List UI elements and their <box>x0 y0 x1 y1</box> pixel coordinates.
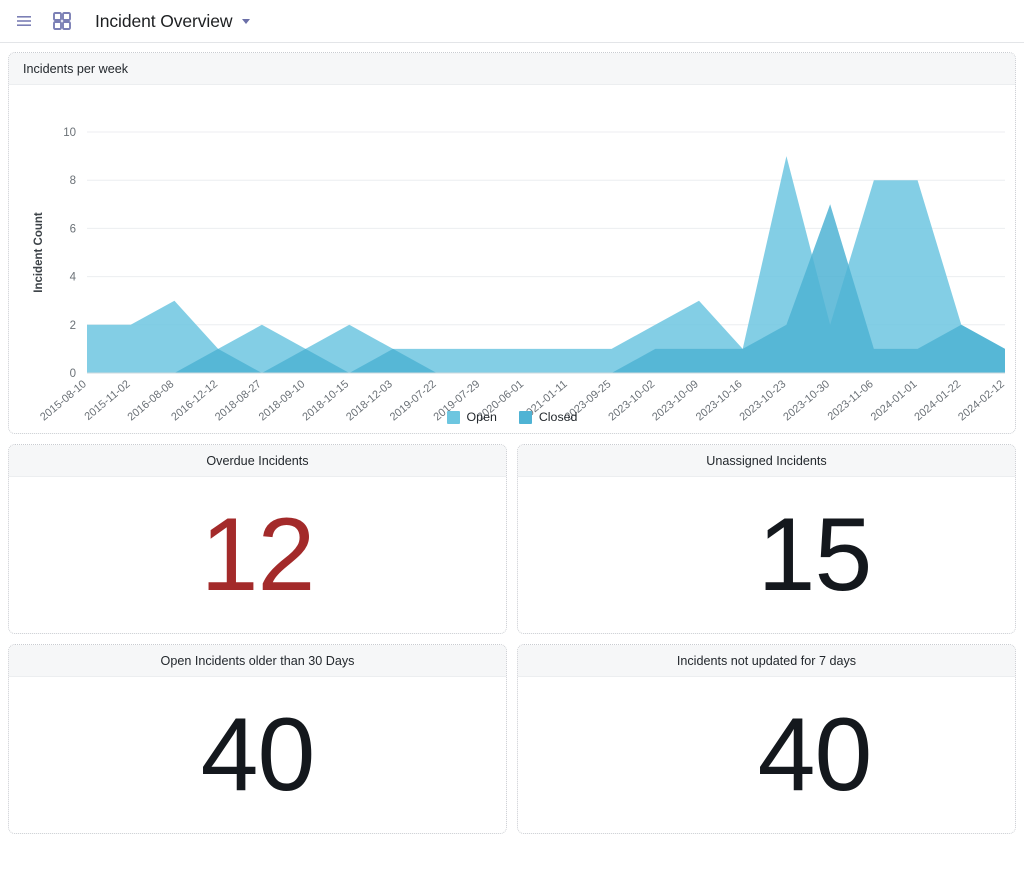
kpi-card-unassigned-incidents[interactable]: Unassigned Incidents 15 <box>517 444 1016 634</box>
incidents-per-week-card: Incidents per week 0 2 4 6 8 10 Incident Count… <box>8 52 1016 434</box>
page-title: Incident Overview <box>95 10 233 31</box>
kpi-value-wrap: 15 <box>518 477 1015 633</box>
kpi-value-wrap: 12 <box>9 477 506 633</box>
kpi-value: 15 <box>757 497 873 613</box>
card-title: Incidents per week <box>23 61 129 76</box>
svg-text:Incident Count: Incident Count <box>33 212 45 293</box>
legend-label-closed: Closed <box>538 410 578 424</box>
card-header: Open Incidents older than 30 Days <box>9 645 506 677</box>
card-title: Overdue Incidents <box>206 453 309 468</box>
svg-text:8: 8 <box>70 175 76 187</box>
kpi-card-not-updated-7-days[interactable]: Incidents not updated for 7 days 40 <box>517 644 1016 834</box>
kpi-value-wrap: 40 <box>518 677 1015 833</box>
apps-grid-icon[interactable] <box>48 7 76 35</box>
kpi-row-bottom: Open Incidents older than 30 Days 40 Inc… <box>8 644 1016 834</box>
svg-text:2: 2 <box>70 320 76 332</box>
kpi-value-wrap: 40 <box>9 677 506 833</box>
chart-area[interactable]: 0 2 4 6 8 10 Incident Count 2015-08-10 2015-11-0… <box>9 85 1015 433</box>
app-header: Incident Overview <box>0 0 1024 43</box>
card-title: Open Incidents older than 30 Days <box>160 653 355 668</box>
card-header: Unassigned Incidents <box>518 445 1015 477</box>
legend-swatch-open <box>446 410 460 424</box>
area-chart[interactable]: 0246810Incident Count2015-08-102015-11-0… <box>9 85 1013 433</box>
svg-text:6: 6 <box>70 223 76 235</box>
card-title: Unassigned Incidents <box>706 453 827 468</box>
legend-item-open[interactable]: Open <box>446 410 497 424</box>
svg-text:0: 0 <box>70 368 76 380</box>
card-header: Incidents per week <box>9 53 1015 85</box>
card-title: Incidents not updated for 7 days <box>676 653 857 668</box>
kpi-value: 40 <box>200 697 316 813</box>
legend-swatch-closed <box>518 410 532 424</box>
chevron-down-icon[interactable] <box>242 18 251 24</box>
dashboard-body: Incidents per week 0 2 4 6 8 10 Incident Count… <box>0 43 1024 878</box>
kpi-value: 12 <box>200 497 316 613</box>
kpi-card-open-older-than-30-days[interactable]: Open Incidents older than 30 Days 40 <box>8 644 507 834</box>
kpi-value: 40 <box>757 697 873 813</box>
svg-text:4: 4 <box>70 272 77 284</box>
legend-item-closed[interactable]: Closed <box>518 410 578 424</box>
card-header: Overdue Incidents <box>9 445 506 477</box>
legend-label-open: Open <box>466 410 497 424</box>
chart-legend: Open Closed <box>9 410 1015 424</box>
svg-text:10: 10 <box>63 127 76 139</box>
hamburger-menu-icon[interactable] <box>10 7 38 35</box>
kpi-row-top: Overdue Incidents 12 Unassigned Incident… <box>8 444 1016 634</box>
kpi-card-overdue-incidents[interactable]: Overdue Incidents 12 <box>8 444 507 634</box>
card-header: Incidents not updated for 7 days <box>518 645 1015 677</box>
